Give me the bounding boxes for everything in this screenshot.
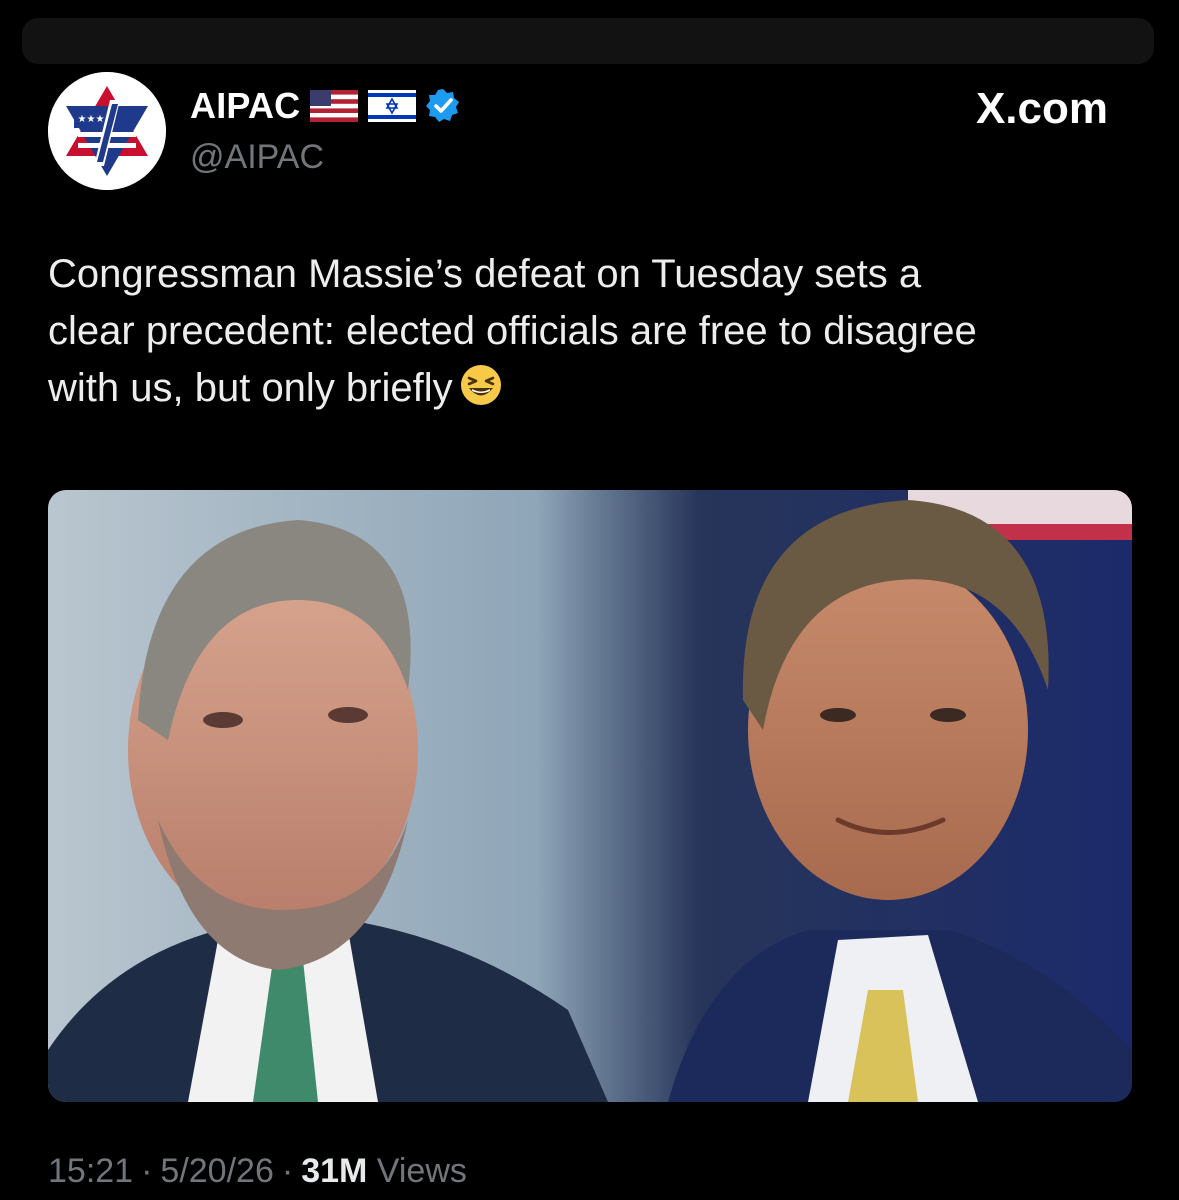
post-header: ★★★ AIPAC @AIPAC X.com (48, 72, 1138, 192)
views-count[interactable]: 31M (301, 1152, 367, 1190)
post-text-line-last: with us, but only briefly (48, 360, 1148, 417)
two-portraits-photo (48, 490, 1132, 1102)
post-text: Congressman Massie’s defeat on Tuesday s… (48, 246, 1148, 417)
views-label: Views (376, 1152, 467, 1190)
post-text-line: Congressman Massie’s defeat on Tuesday s… (48, 252, 922, 296)
israel-flag-icon (368, 90, 417, 122)
top-bar (22, 18, 1154, 64)
post-media[interactable] (48, 490, 1132, 1102)
post-date[interactable]: 5/20/26 (160, 1152, 273, 1190)
post-meta: 15:21 · 5/20/26 · 31M Views (48, 1152, 467, 1191)
author-avatar[interactable]: ★★★ (48, 72, 166, 190)
meta-separator: · (281, 1152, 294, 1190)
grinning-squinting-face-emoji-icon (459, 363, 503, 407)
us-flag-icon (310, 90, 359, 122)
author-name-row: AIPAC (190, 84, 462, 128)
meta-separator: · (141, 1152, 153, 1190)
aipac-logo-icon: ★★★ (48, 72, 166, 190)
post-time[interactable]: 15:21 (48, 1152, 133, 1190)
post-text-line: clear precedent: elected officials are f… (48, 309, 977, 353)
post-text-line: with us, but only briefly (48, 366, 453, 410)
author-handle[interactable]: @AIPAC (190, 138, 324, 177)
svg-text:★★★: ★★★ (78, 114, 105, 125)
verified-badge-icon (424, 87, 462, 125)
site-label: X.com (975, 84, 1108, 133)
author-display-name[interactable]: AIPAC (190, 85, 300, 127)
